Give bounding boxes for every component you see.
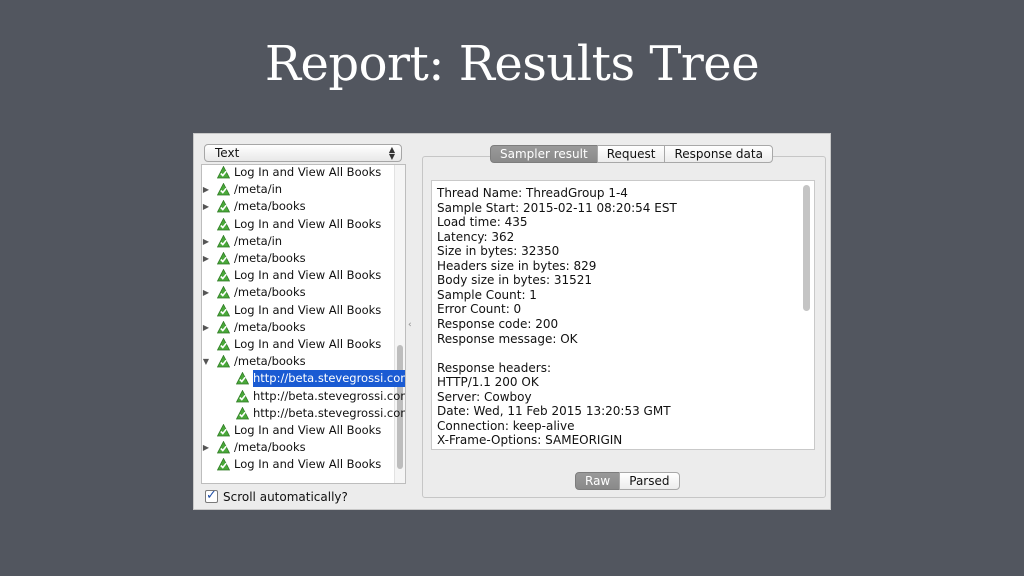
tab-sampler-result[interactable]: Sampler result <box>490 145 598 163</box>
success-triangle-icon <box>217 303 230 316</box>
tree-node[interactable]: Log In and View All Books <box>202 302 398 319</box>
text-scrollbar-thumb[interactable] <box>803 185 810 311</box>
tree-node-label: Log In and View All Books <box>234 268 382 283</box>
success-triangle-icon <box>236 372 249 385</box>
tree-node[interactable]: http://beta.stevegrossi.com <box>202 370 405 388</box>
select-arrows-icon: ▲ ▼ <box>388 145 395 161</box>
collapsed-arrow-icon[interactable]: ▶ <box>202 439 211 456</box>
result-text-line: Date: Wed, 11 Feb 2015 13:20:53 GMT <box>437 404 671 419</box>
parsed-button[interactable]: Parsed <box>619 472 680 490</box>
success-triangle-icon <box>217 217 230 230</box>
tree-node[interactable]: ▶ /meta/in <box>202 233 398 250</box>
success-triangle-icon <box>217 269 230 282</box>
tree-node-label: Log In and View All Books <box>234 165 382 179</box>
tree-node[interactable]: Log In and View All Books <box>202 336 398 353</box>
success-triangle-icon <box>217 355 230 368</box>
success-triangle-icon <box>217 320 230 334</box>
tab-request[interactable]: Request <box>596 145 666 163</box>
result-text-line: Response code: 200 <box>437 316 559 331</box>
result-text-line: X-Frame-Options: SAMEORIGIN <box>437 433 623 448</box>
tree-node[interactable]: ▼ /meta/books <box>202 353 398 370</box>
result-tabs: Sampler result Request Response data <box>490 145 773 163</box>
tree-node-label: /meta/books <box>234 285 306 300</box>
tree-node-label: http://beta.stevegrossi.com <box>253 388 406 403</box>
renderer-select[interactable]: Text ▲ ▼ <box>204 144 402 162</box>
tree-node-label: /meta/books <box>234 199 306 214</box>
collapsed-arrow-icon[interactable]: ▶ <box>202 233 211 250</box>
success-triangle-icon <box>236 389 249 402</box>
tree-node[interactable]: http://beta.stevegrossi.com <box>202 388 405 405</box>
tree-node[interactable]: http://beta.stevegrossi.com <box>202 405 405 422</box>
scroll-automatically-label: Scroll automatically? <box>223 490 348 504</box>
success-triangle-icon <box>217 286 230 299</box>
sampler-result-text[interactable]: Thread Name: ThreadGroup 1-4 Sample Start… <box>431 180 815 450</box>
tree-node-label: http://beta.stevegrossi.com <box>253 405 406 420</box>
result-text-line: Connection: keep-alive <box>437 418 575 433</box>
tree-node[interactable]: Log In and View All Books <box>202 165 398 181</box>
result-text-line: Size in bytes: 32350 <box>437 244 560 259</box>
collapsed-arrow-icon[interactable]: ▶ <box>202 250 211 267</box>
result-text-line: Sample Count: 1 <box>437 287 537 302</box>
tree-node[interactable]: ▶ /meta/books <box>202 439 398 456</box>
tree-node[interactable]: ▶ /meta/books <box>202 250 398 267</box>
checkmark-icon: ✓ <box>206 488 217 503</box>
results-tree-window: Text ▲ ▼ Log In and View All Books ▶ /meta/… <box>193 133 831 510</box>
tree-node[interactable]: ▶ /meta/books <box>202 198 398 215</box>
success-triangle-icon <box>236 406 249 420</box>
result-text-line: Response message: OK <box>437 331 578 346</box>
tree-node[interactable]: Log In and View All Books <box>202 456 398 473</box>
tree-node-label: /meta/books <box>234 319 306 334</box>
collapsed-arrow-icon[interactable]: ▶ <box>202 319 211 336</box>
result-text-line: Response headers: <box>437 360 552 375</box>
expanded-arrow-icon[interactable]: ▼ <box>202 353 211 370</box>
result-text-line: Sample Start: 2015-02-11 08:20:54 EST <box>437 200 677 215</box>
result-text-line: Body size in bytes: 31521 <box>437 273 593 288</box>
slide-title: Report: Results Tree <box>264 36 760 92</box>
success-triangle-icon <box>217 458 230 471</box>
tree-node-label: Log In and View All Books <box>234 337 382 351</box>
tree-node[interactable]: Log In and View All Books <box>202 422 398 439</box>
result-text-line: Server: Cowboy <box>437 389 532 404</box>
tree-node[interactable]: ▶ /meta/books <box>202 284 398 301</box>
tree-node-label: /meta/books <box>234 251 306 265</box>
collapsed-arrow-icon[interactable]: ▶ <box>202 284 211 301</box>
result-text-line: Error Count: 0 <box>437 302 522 317</box>
tree-node-label: /meta/in <box>234 182 283 197</box>
tree-node-label: Log In and View All Books <box>234 423 382 437</box>
success-triangle-icon <box>217 424 230 437</box>
tree-node-label: /meta/books <box>234 440 306 455</box>
result-text-line: Thread Name: ThreadGroup 1-4 <box>437 186 628 200</box>
tree-node-label: Log In and View All Books <box>234 216 382 231</box>
tree-node[interactable]: Log In and View All Books <box>202 267 398 284</box>
collapsed-arrow-icon[interactable]: ▶ <box>202 198 211 215</box>
tree-node-label: Log In and View All Books <box>234 457 382 472</box>
success-triangle-icon <box>217 441 230 454</box>
tree-node-label: Log In and View All Books <box>234 302 382 317</box>
tab-response-data[interactable]: Response data <box>664 145 773 163</box>
view-mode-buttons: Raw Parsed <box>575 472 680 490</box>
success-triangle-icon <box>217 200 230 213</box>
tree-node-label: /meta/books <box>234 354 306 369</box>
tree-node-label: /meta/in <box>234 233 283 248</box>
tree-node[interactable]: Log In and View All Books <box>202 216 398 233</box>
splitter-handle-icon[interactable]: ‹ <box>408 320 412 330</box>
tree-node-label: http://beta.stevegrossi.com <box>253 370 405 388</box>
results-tree[interactable]: Log In and View All Books ▶ /meta/in ▶ /meta… <box>201 164 406 484</box>
tree-node[interactable]: ▶ /meta/in <box>202 181 398 198</box>
result-text-line: Latency: 362 <box>437 229 515 244</box>
result-text-line: Headers size in bytes: 829 <box>437 258 597 273</box>
tree-node[interactable]: ▶ /meta/books <box>202 319 398 336</box>
result-text-line: Load time: 435 <box>437 215 528 230</box>
success-triangle-icon <box>217 183 230 196</box>
success-triangle-icon <box>217 166 230 179</box>
scroll-automatically-checkbox[interactable]: ✓ <box>205 488 218 503</box>
renderer-select-value: Text <box>215 146 240 160</box>
success-triangle-icon <box>217 338 230 351</box>
success-triangle-icon <box>217 234 230 248</box>
collapsed-arrow-icon[interactable]: ▶ <box>202 181 211 198</box>
result-text-line: HTTP/1.1 200 OK <box>437 375 539 390</box>
raw-button[interactable]: Raw <box>575 472 621 490</box>
success-triangle-icon <box>217 252 230 265</box>
